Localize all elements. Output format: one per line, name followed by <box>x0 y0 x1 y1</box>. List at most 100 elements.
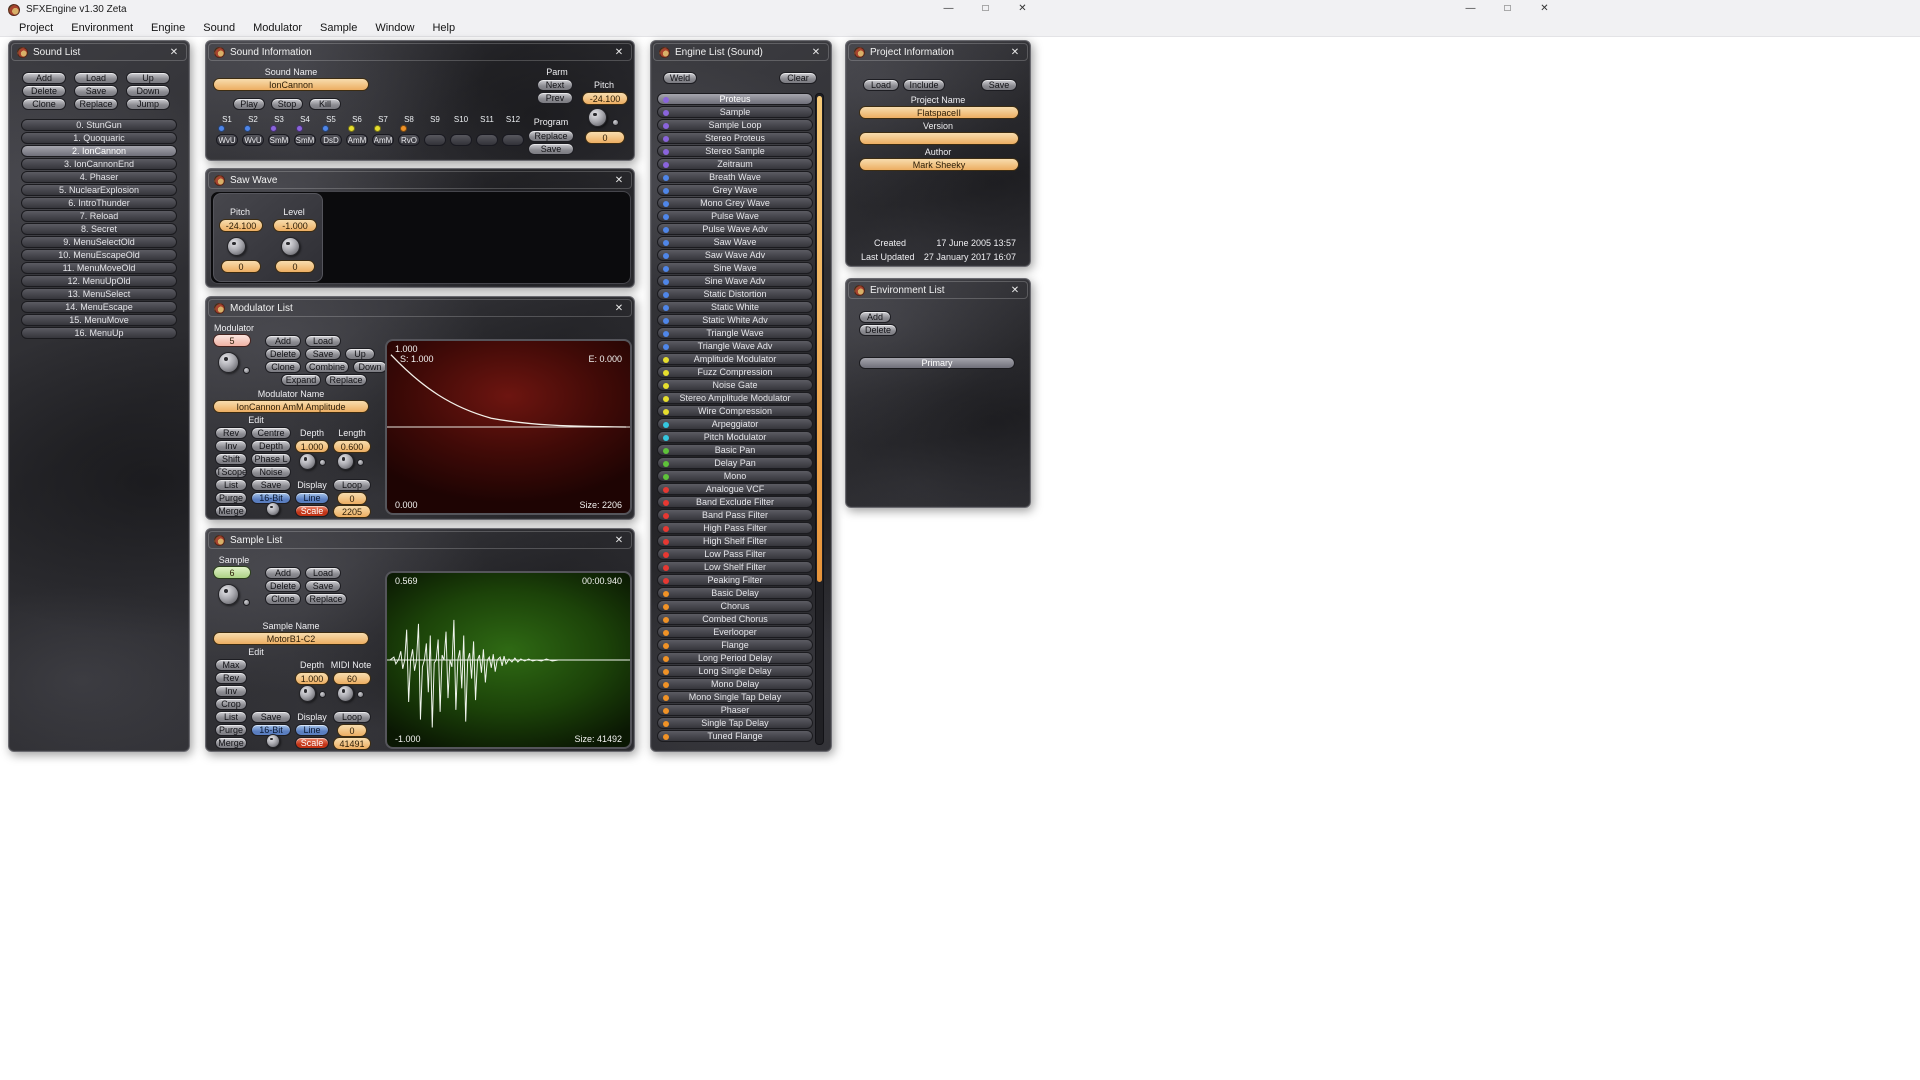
engine-slot[interactable]: S6 AmM <box>346 115 368 149</box>
list-button[interactable]: List <box>215 711 247 723</box>
sample-name-field[interactable]: MotorB1-C2 <box>213 632 369 645</box>
small-dot-button[interactable] <box>357 459 364 466</box>
engine-list-item[interactable]: Basic Pan <box>657 444 813 456</box>
sound-list-button[interactable]: Jump <box>126 98 170 110</box>
pitch-knob[interactable] <box>227 237 246 256</box>
length-value-field[interactable]: 0.600 <box>333 440 371 453</box>
menu-item[interactable]: Engine <box>142 22 194 34</box>
engine-list-item[interactable]: Peaking Filter <box>657 574 813 586</box>
line-button[interactable]: Line <box>295 492 329 504</box>
engine-list-item[interactable]: Long Period Delay <box>657 652 813 664</box>
depth-value-field[interactable]: 1.000 <box>295 440 329 453</box>
engine-list-item[interactable]: High Pass Filter <box>657 522 813 534</box>
depth-value-field[interactable]: 1.000 <box>295 672 329 685</box>
saw-wave-titlebar[interactable]: Saw Wave ✕ <box>208 171 632 189</box>
rev-button[interactable]: Rev <box>215 427 247 439</box>
add-button[interactable]: Add <box>265 567 301 579</box>
engine-list-item[interactable]: Grey Wave <box>657 184 813 196</box>
centre-button[interactable]: Centre <box>251 427 291 439</box>
sound-list-item[interactable]: 16. MenuUp <box>21 327 177 339</box>
sound-list-button[interactable]: Add <box>22 72 66 84</box>
engine-list-item[interactable]: Everlooper <box>657 626 813 638</box>
close-icon[interactable]: ✕ <box>612 175 626 186</box>
engine-list-item[interactable]: Analogue VCF <box>657 483 813 495</box>
close-icon[interactable]: ✕ <box>1008 285 1022 296</box>
engine-list-item[interactable]: Triangle Wave <box>657 327 813 339</box>
pitch-value-field[interactable]: -24.100 <box>219 219 263 232</box>
close-icon[interactable]: ✕ <box>167 47 181 58</box>
engine-list-scrollbar[interactable] <box>815 93 824 745</box>
close-icon[interactable]: ✕ <box>1008 47 1022 58</box>
project-information-titlebar[interactable]: Project Information ✕ <box>848 43 1028 61</box>
phase-l-button[interactable]: Phase L <box>251 453 291 465</box>
environment-list-item[interactable]: Primary <box>859 357 1015 369</box>
line-button[interactable]: Line <box>295 724 329 736</box>
sound-list-button[interactable]: Save <box>74 85 118 97</box>
level-mod-field[interactable]: 0 <box>275 260 315 273</box>
loop-button[interactable]: Loop <box>333 711 371 723</box>
level-value-field[interactable]: -1.000 <box>273 219 317 232</box>
engine-list-item[interactable]: Static White Adv <box>657 314 813 326</box>
sound-list-item[interactable]: 2. IonCannon <box>21 145 177 157</box>
inv-button[interactable]: Inv <box>215 685 247 697</box>
small-dot-button[interactable] <box>319 459 326 466</box>
down-button[interactable]: Down <box>353 361 387 373</box>
loop-button[interactable]: Loop <box>333 479 371 491</box>
sound-list-item[interactable]: 3. IonCannonEnd <box>21 158 177 170</box>
load-button[interactable]: Load <box>305 335 341 347</box>
include-button[interactable]: Include <box>903 79 945 91</box>
engine-list-item[interactable]: Band Exclude Filter <box>657 496 813 508</box>
program-save-button[interactable]: Save <box>528 143 574 155</box>
small-dot-button[interactable] <box>319 691 326 698</box>
clone-button[interactable]: Clone <box>265 593 301 605</box>
engine-list-item[interactable]: Breath Wave <box>657 171 813 183</box>
merge-button[interactable]: Merge <box>215 505 247 517</box>
sound-list-button[interactable]: Load <box>74 72 118 84</box>
sound-list-item[interactable]: 8. Secret <box>21 223 177 235</box>
pitch-mod-field[interactable]: 0 <box>221 260 261 273</box>
save-button[interactable]: Save <box>251 479 291 491</box>
small-dot-button[interactable] <box>612 119 619 126</box>
midi-note-field[interactable]: 60 <box>333 672 371 685</box>
transport-button[interactable]: Kill <box>309 98 341 110</box>
add-button[interactable]: Add <box>265 335 301 347</box>
engine-list-item[interactable]: Saw Wave <box>657 236 813 248</box>
engine-list-item[interactable]: Sample Loop <box>657 119 813 131</box>
engine-list-item[interactable]: Stereo Sample <box>657 145 813 157</box>
engine-list-item[interactable]: Sine Wave Adv <box>657 275 813 287</box>
engine-list-item[interactable]: Triangle Wave Adv <box>657 340 813 352</box>
scale-button[interactable]: Scale <box>295 505 329 517</box>
scrollbar-thumb[interactable] <box>817 96 822 582</box>
length-knob[interactable] <box>337 453 354 470</box>
inv-button[interactable]: Inv <box>215 440 247 452</box>
modulator-name-field[interactable]: IonCannon AmM Amplitude <box>213 400 369 413</box>
depth-knob[interactable] <box>299 685 316 702</box>
expand-button[interactable]: Expand <box>281 374 321 386</box>
engine-list-item[interactable]: Proteus <box>657 93 813 105</box>
scale-knob[interactable] <box>266 502 280 516</box>
up-button[interactable]: Up <box>345 348 375 360</box>
scale-knob[interactable] <box>266 734 280 748</box>
level-knob[interactable] <box>281 237 300 256</box>
engine-slot[interactable]: S7 AmM <box>372 115 394 149</box>
pitch-mod-field[interactable]: 0 <box>585 131 625 144</box>
sound-list-item[interactable]: 12. MenuUpOld <box>21 275 177 287</box>
engine-slot[interactable]: S4 SmM <box>294 115 316 149</box>
engine-list-item[interactable]: Stereo Amplitude Modulator <box>657 392 813 404</box>
small-dot-button[interactable] <box>357 691 364 698</box>
loop-value-field[interactable]: 0 <box>337 724 367 737</box>
engine-list-item[interactable]: Mono Grey Wave <box>657 197 813 209</box>
engine-list-item[interactable]: Phaser <box>657 704 813 716</box>
load-button[interactable]: Load <box>305 567 341 579</box>
sound-list-item[interactable]: 15. MenuMove <box>21 314 177 326</box>
modulator-number-field[interactable]: 5 <box>213 334 251 347</box>
modulator-list-titlebar[interactable]: Modulator List ✕ <box>208 299 632 317</box>
delete-button[interactable]: Delete <box>859 324 897 336</box>
engine-list-item[interactable]: Zeitraum <box>657 158 813 170</box>
menu-item[interactable]: Window <box>366 22 423 34</box>
engine-list-item[interactable]: Pulse Wave <box>657 210 813 222</box>
menu-item[interactable]: Help <box>423 22 464 34</box>
transport-button[interactable]: Play <box>233 98 265 110</box>
scale-button[interactable]: Scale <box>295 737 329 749</box>
sample-waveform-display[interactable]: 0.569 00:00.940 -1.000 Size: 41492 <box>385 571 632 749</box>
